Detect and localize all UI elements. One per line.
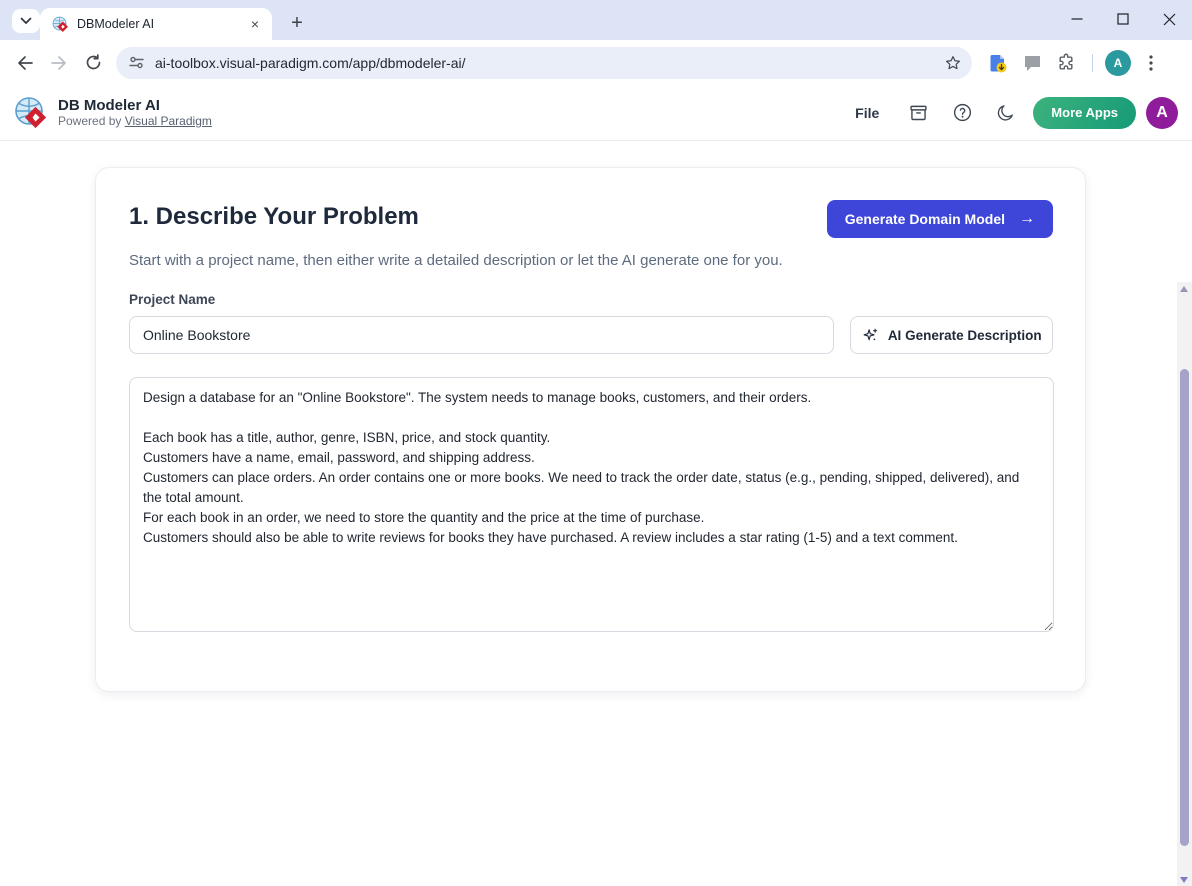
file-menu[interactable]: File bbox=[843, 97, 891, 129]
project-name-label: Project Name bbox=[129, 292, 1053, 307]
browser-toolbar: ai-toolbox.visual-paradigm.com/app/dbmod… bbox=[0, 40, 1192, 85]
describe-problem-card: 1. Describe Your Problem Generate Domain… bbox=[95, 167, 1086, 692]
toolbar-divider bbox=[1092, 54, 1093, 72]
forward-button[interactable] bbox=[42, 46, 76, 80]
extensions-puzzle-icon[interactable] bbox=[1052, 49, 1080, 77]
window-maximize-button[interactable] bbox=[1100, 0, 1146, 38]
bookmark-star-icon[interactable] bbox=[944, 54, 962, 72]
scrollbar-thumb[interactable] bbox=[1180, 369, 1189, 846]
tab-favicon bbox=[52, 16, 69, 33]
docs-offline-extension-icon[interactable] bbox=[984, 49, 1012, 77]
window-controls bbox=[1054, 0, 1192, 40]
sparkles-icon bbox=[862, 327, 879, 344]
forward-arrow-icon bbox=[50, 55, 68, 71]
project-name-input[interactable] bbox=[129, 316, 834, 354]
section-subtitle: Start with a project name, then either w… bbox=[129, 249, 834, 273]
moon-icon[interactable] bbox=[989, 96, 1023, 130]
browser-profile-avatar[interactable]: A bbox=[1105, 50, 1131, 76]
back-button[interactable] bbox=[8, 46, 42, 80]
comment-extension-icon[interactable] bbox=[1018, 49, 1046, 77]
help-icon[interactable] bbox=[945, 96, 979, 130]
address-bar[interactable]: ai-toolbox.visual-paradigm.com/app/dbmod… bbox=[116, 47, 972, 79]
app-subtitle: Powered by Visual Paradigm bbox=[58, 114, 212, 129]
section-title: 1. Describe Your Problem bbox=[129, 202, 419, 232]
problem-description-textarea[interactable]: Design a database for an "Online Booksto… bbox=[129, 377, 1054, 632]
app-titles: DB Modeler AI Powered by Visual Paradigm bbox=[58, 97, 212, 129]
url-text[interactable]: ai-toolbox.visual-paradigm.com/app/dbmod… bbox=[155, 55, 944, 71]
chevron-down-icon bbox=[20, 17, 32, 25]
browser-tab[interactable]: DBModeler AI × bbox=[40, 8, 272, 40]
archive-icon[interactable] bbox=[901, 96, 935, 130]
scrollbar-up-arrow-icon[interactable] bbox=[1180, 286, 1188, 292]
reload-button[interactable] bbox=[76, 46, 110, 80]
back-arrow-icon bbox=[16, 55, 34, 71]
browser-tab-strip: DBModeler AI × + bbox=[0, 0, 1192, 40]
app-user-avatar[interactable]: A bbox=[1146, 97, 1178, 129]
arrow-right-icon: → bbox=[1019, 210, 1035, 228]
app-title: DB Modeler AI bbox=[58, 97, 212, 114]
window-minimize-button[interactable] bbox=[1054, 0, 1100, 38]
page-content: 1. Describe Your Problem Generate Domain… bbox=[0, 141, 1192, 745]
scrollbar-down-arrow-icon[interactable] bbox=[1180, 877, 1188, 883]
more-apps-button[interactable]: More Apps bbox=[1033, 97, 1136, 129]
new-tab-button[interactable]: + bbox=[284, 10, 310, 36]
page-scrollbar[interactable] bbox=[1177, 282, 1192, 886]
app-header: DB Modeler AI Powered by Visual Paradigm… bbox=[0, 85, 1192, 141]
tab-title: DBModeler AI bbox=[77, 17, 246, 31]
visual-paradigm-link[interactable]: Visual Paradigm bbox=[125, 114, 212, 128]
browser-menu-icon[interactable] bbox=[1137, 49, 1165, 77]
app-logo bbox=[14, 96, 48, 130]
ai-generate-description-button[interactable]: AI Generate Description bbox=[850, 316, 1053, 354]
site-settings-icon[interactable] bbox=[128, 54, 145, 71]
generate-domain-model-button[interactable]: Generate Domain Model → bbox=[827, 200, 1053, 238]
toolbar-extensions-area: A bbox=[984, 49, 1165, 77]
window-close-button[interactable] bbox=[1146, 0, 1192, 38]
tab-search-button[interactable] bbox=[12, 9, 40, 33]
app-header-actions: File More Apps A bbox=[843, 96, 1178, 130]
tab-close-icon[interactable]: × bbox=[246, 15, 264, 33]
reload-icon bbox=[85, 54, 102, 71]
